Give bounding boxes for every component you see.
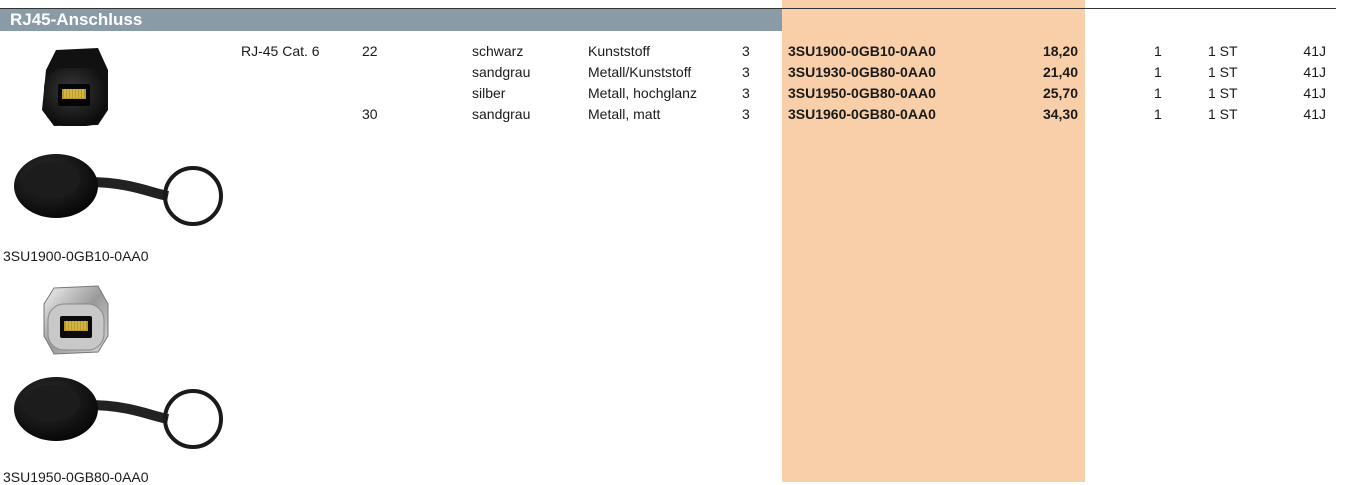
material-cell: Metall/Kunststoff (588, 64, 692, 80)
table-row: RJ-45 Cat. 6 22 schwarz Kunststoff 3 3SU… (0, 41, 1345, 62)
pu-cell: 1 (1154, 106, 1162, 122)
size-cell: 30 (362, 106, 378, 122)
unit-cell: 1 ST (1208, 85, 1238, 101)
material-cell: Metall, hochglanz (588, 85, 697, 101)
color-cell: sandgrau (472, 64, 531, 80)
pu-cell: 1 (1154, 43, 1162, 59)
type-cell: RJ-45 Cat. 6 (241, 43, 320, 59)
cover-cap-image (14, 154, 223, 226)
color-cell: silber (472, 85, 506, 101)
qty-cell: 3 (742, 85, 750, 101)
price-cell: 34,30 (1042, 106, 1078, 122)
color-cell: schwarz (472, 43, 524, 59)
price-cell: 18,20 (1042, 43, 1078, 59)
article-number: 3SU1950-0GB80-0AA0 (788, 85, 936, 101)
cover-cap-image (14, 377, 223, 449)
table-row: sandgrau Metall/Kunststoff 3 3SU1930-0GB… (0, 62, 1345, 83)
price-group-cell: 41J (1303, 106, 1326, 122)
qty-cell: 3 (742, 106, 750, 122)
unit-cell: 1 ST (1208, 106, 1238, 122)
price-group-cell: 41J (1303, 85, 1326, 101)
rj45-metal-connector-image (43, 285, 109, 355)
unit-cell: 1 ST (1208, 43, 1238, 59)
price-group-cell: 41J (1303, 64, 1326, 80)
material-cell: Metall, matt (588, 106, 661, 122)
unit-cell: 1 ST (1208, 64, 1238, 80)
table-row: 30 sandgrau Metall, matt 3 3SU1960-0GB80… (0, 104, 1345, 125)
color-cell: sandgrau (472, 106, 531, 122)
image-caption: 3SU1900-0GB10-0AA0 (3, 248, 149, 264)
size-cell: 22 (362, 43, 378, 59)
qty-cell: 3 (742, 64, 750, 80)
pu-cell: 1 (1154, 85, 1162, 101)
pu-cell: 1 (1154, 64, 1162, 80)
article-number: 3SU1960-0GB80-0AA0 (788, 106, 936, 122)
material-cell: Kunststoff (588, 43, 651, 59)
price-cell: 21,40 (1042, 64, 1078, 80)
qty-cell: 3 (742, 43, 750, 59)
price-group-cell: 41J (1303, 43, 1326, 59)
table-row: silber Metall, hochglanz 3 3SU1950-0GB80… (0, 83, 1345, 104)
article-number: 3SU1930-0GB80-0AA0 (788, 64, 936, 80)
price-cell: 25,70 (1042, 85, 1078, 101)
section-title: RJ45-Anschluss (0, 9, 782, 31)
article-number: 3SU1900-0GB10-0AA0 (788, 43, 936, 59)
